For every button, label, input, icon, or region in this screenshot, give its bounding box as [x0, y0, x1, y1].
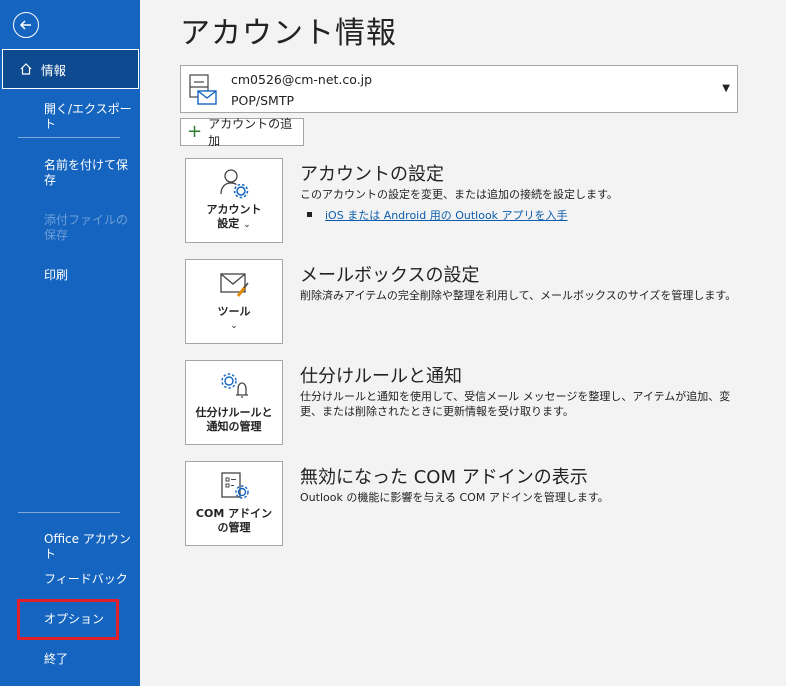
account-settings-label-line2: 設定 — [217, 217, 240, 230]
sidebar-divider — [18, 512, 120, 513]
nav-save-as[interactable]: 名前を付けて保存 — [44, 158, 134, 188]
manage-com-addins-button[interactable]: COM アドイン の管理 — [185, 461, 283, 546]
page-title: アカウント情報 — [180, 16, 397, 51]
back-button[interactable] — [13, 12, 39, 38]
mailbox-settings-description: 削除済みアイテムの完全削除や整理を利用して、メールボックスのサイズを管理します。 — [300, 289, 737, 302]
nav-info-label: 情報 — [41, 62, 67, 78]
account-dropdown[interactable]: cm0526@cm-net.co.jp POP/SMTP ▼ — [180, 65, 738, 113]
manage-rules-label-line1: 仕分けルールと — [195, 406, 273, 419]
rules-alerts-icon — [186, 369, 282, 401]
account-settings-icon — [186, 167, 282, 199]
account-settings-label: アカウント 設定 ⌄ — [188, 203, 280, 232]
chevron-down-icon: ⌄ — [243, 220, 251, 230]
rules-alerts-description: 仕分けルールと通知を使用して、受信メール メッセージを整理し、アイテムが追加、変… — [300, 390, 731, 418]
main-content: アカウント情報 cm0526@cm-net.co.jp POP/SMTP ▼ +… — [140, 0, 786, 686]
com-addins-title: 無効になった COM アドインの表示 — [300, 467, 588, 488]
chevron-down-icon: ▼ — [722, 83, 730, 94]
com-addins-label-line1: COM アドイン — [195, 507, 273, 520]
manage-rules-alerts-label: 仕分けルールと 通知の管理 — [188, 406, 280, 434]
mailbox-tools-icon — [186, 268, 282, 300]
rules-alerts-title: 仕分けルールと通知 — [300, 366, 462, 387]
sidebar-divider — [18, 137, 120, 138]
account-protocol: POP/SMTP — [231, 93, 295, 108]
tools-button[interactable]: ツール ⌄ — [185, 259, 283, 344]
bullet-icon — [307, 212, 312, 217]
nav-office-account[interactable]: Office アカウント — [44, 532, 134, 562]
com-addins-label-line2: の管理 — [217, 521, 251, 534]
sidebar: 情報 開く/エクスポート 名前を付けて保存 添付ファイルの保存 印刷 Offic… — [0, 0, 140, 686]
add-account-label: アカウントの追加 — [208, 117, 293, 148]
com-addins-icon — [186, 470, 282, 502]
nav-exit[interactable]: 終了 — [44, 652, 134, 667]
manage-rules-label-line2: 通知の管理 — [206, 420, 262, 433]
tools-label: ツール ⌄ — [188, 305, 280, 333]
nav-save-attachments: 添付ファイルの保存 — [44, 213, 129, 242]
options-highlight-box — [17, 599, 119, 640]
outlook-backstage: 情報 開く/エクスポート 名前を付けて保存 添付ファイルの保存 印刷 Offic… — [0, 0, 786, 686]
account-settings-title: アカウントの設定 — [300, 164, 444, 185]
mailbox-settings-title: メールボックスの設定 — [300, 265, 480, 286]
mail-account-icon — [189, 74, 217, 105]
nav-info[interactable]: 情報 — [2, 49, 139, 89]
add-account-button[interactable]: + アカウントの追加 — [180, 117, 304, 148]
tools-label-line1: ツール — [217, 305, 251, 318]
chevron-down-icon: ⌄ — [230, 321, 238, 331]
back-arrow-icon — [19, 20, 31, 30]
get-outlook-app-link[interactable]: iOS または Android 用の Outlook アプリを入手 — [325, 207, 568, 223]
manage-com-addins-label: COM アドイン の管理 — [188, 507, 280, 535]
account-settings-button[interactable]: アカウント 設定 ⌄ — [185, 158, 283, 243]
nav-open-export[interactable]: 開く/エクスポート — [44, 102, 134, 132]
plus-icon: + — [187, 121, 203, 142]
account-settings-label-line1: アカウント — [206, 203, 262, 216]
com-addins-description: Outlook の機能に影響を与える COM アドインを管理します。 — [300, 491, 609, 504]
nav-feedback[interactable]: フィードバック — [44, 572, 134, 587]
account-email: cm0526@cm-net.co.jp — [231, 72, 373, 87]
nav-print[interactable]: 印刷 — [44, 268, 134, 283]
home-icon — [19, 62, 33, 76]
account-settings-description: このアカウントの設定を変更、または追加の接続を設定します。 — [300, 188, 618, 201]
manage-rules-alerts-button[interactable]: 仕分けルールと 通知の管理 — [185, 360, 283, 445]
